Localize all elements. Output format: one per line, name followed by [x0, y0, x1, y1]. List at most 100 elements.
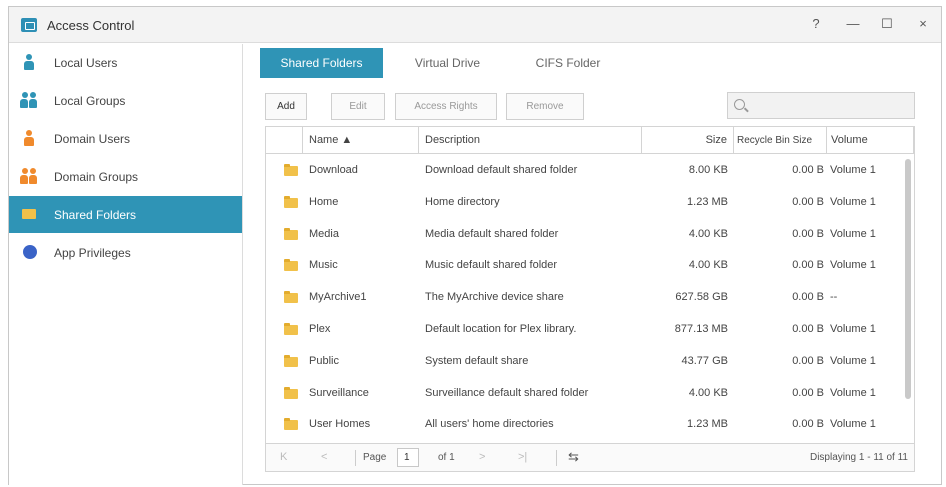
- folder-icon: [284, 164, 298, 176]
- tab-shared-folders[interactable]: Shared Folders: [260, 48, 383, 78]
- minimize-button[interactable]: —: [844, 16, 862, 32]
- description-column-header[interactable]: Description: [419, 127, 642, 154]
- sidebar-item-local-users[interactable]: Local Users: [9, 44, 242, 81]
- folder-name: Public: [309, 354, 339, 367]
- folder-description: Surveillance default shared folder: [425, 386, 589, 399]
- search-box[interactable]: [727, 92, 915, 119]
- sidebar: Local Users Local Groups Domain Users Do…: [9, 44, 243, 485]
- vertical-scrollbar[interactable]: [905, 159, 911, 399]
- folder-name: Music: [309, 259, 338, 272]
- folder-name: User Homes: [309, 418, 371, 431]
- folder-description: All users' home directories: [425, 418, 554, 431]
- folder-size: 4.00 KB: [688, 386, 728, 399]
- pager-divider: [355, 450, 356, 466]
- folder-icon: [284, 418, 298, 431]
- page-number-input[interactable]: 1: [397, 448, 419, 467]
- folder-name: Download: [309, 164, 358, 176]
- title-bar: Access Control ? — ☐ ×: [9, 7, 941, 43]
- first-page-icon[interactable]: K: [280, 451, 287, 463]
- folder-description: The MyArchive device share: [425, 291, 564, 304]
- access-control-window: Access Control ? — ☐ × Local Users Local…: [8, 6, 942, 485]
- users-icon: [20, 168, 38, 184]
- folder-size: 4.00 KB: [688, 259, 728, 272]
- folder-icon: [284, 259, 298, 272]
- access-control-icon: [21, 18, 37, 32]
- sidebar-item-domain-users[interactable]: Domain Users: [9, 120, 242, 157]
- table-row[interactable]: User Homes All users' home directories 1…: [266, 409, 902, 441]
- folder-description: Music default shared folder: [425, 259, 558, 272]
- folder-icon: [284, 227, 298, 240]
- folder-volume: Volume 1: [830, 354, 876, 367]
- folder-description: Home directory: [425, 195, 500, 208]
- tab-virtual-drive[interactable]: Virtual Drive: [385, 48, 510, 78]
- sidebar-item-label: Local Users: [54, 56, 118, 70]
- user-icon: [22, 130, 38, 146]
- pagination-bar: K < Page 1 of 1 > >| ⇆ Displaying 1 - 11…: [266, 443, 914, 471]
- next-page-icon[interactable]: >: [479, 451, 485, 463]
- table-row[interactable]: MyArchive1 The MyArchive device share 62…: [266, 282, 902, 314]
- folder-recycle-size: 0.00 B: [792, 259, 824, 272]
- sidebar-item-domain-groups[interactable]: Domain Groups: [9, 158, 242, 195]
- folder-volume: --: [830, 291, 838, 304]
- prev-page-icon[interactable]: <: [321, 451, 327, 463]
- folder-recycle-size: 0.00 B: [792, 195, 824, 208]
- shared-folders-table: Name ▲ Description Size Recycle Bin Size…: [265, 126, 915, 472]
- folder-description: System default share: [425, 354, 529, 367]
- folder-volume: Volume 1: [830, 386, 876, 399]
- pager-divider: [556, 450, 557, 466]
- table-row[interactable]: Download Download default shared folder …: [266, 155, 902, 187]
- table-row[interactable]: Plex Default location for Plex library. …: [266, 314, 902, 346]
- table-row[interactable]: Surveillance Surveillance default shared…: [266, 378, 902, 410]
- folder-volume: Volume 1: [830, 195, 876, 208]
- folder-recycle-size: 0.00 B: [792, 227, 824, 240]
- access-rights-button[interactable]: Access Rights: [395, 93, 497, 120]
- search-icon: [734, 99, 745, 110]
- maximize-button[interactable]: ☐: [878, 16, 896, 32]
- table-row[interactable]: Home Home directory 1.23 MB 0.00 B Volum…: [266, 187, 902, 219]
- folder-volume: Volume 1: [830, 164, 876, 176]
- sidebar-item-shared-folders[interactable]: Shared Folders: [9, 196, 242, 233]
- page-label: Page: [363, 452, 387, 463]
- name-column-header[interactable]: Name ▲: [303, 127, 419, 154]
- table-header: Name ▲ Description Size Recycle Bin Size…: [266, 127, 914, 154]
- sidebar-item-label: Domain Users: [54, 132, 131, 146]
- folder-name: MyArchive1: [309, 291, 367, 304]
- volume-column-header[interactable]: Volume: [827, 127, 914, 154]
- page-count: of 1: [438, 452, 455, 463]
- folder-description: Media default shared folder: [425, 227, 559, 240]
- icon-column-header: [266, 127, 303, 154]
- table-row[interactable]: Music Music default shared folder 4.00 K…: [266, 250, 902, 282]
- folder-name: Surveillance: [309, 386, 369, 399]
- folder-icon: [284, 195, 298, 208]
- folder-recycle-size: 0.00 B: [792, 354, 824, 367]
- folder-description: Default location for Plex library.: [425, 323, 577, 335]
- refresh-icon[interactable]: ⇆: [568, 449, 579, 465]
- add-button[interactable]: Add: [265, 93, 307, 120]
- folder-size: 4.00 KB: [688, 227, 728, 240]
- sidebar-item-app-privileges[interactable]: App Privileges: [9, 234, 242, 271]
- folder-recycle-size: 0.00 B: [792, 386, 824, 399]
- close-button[interactable]: ×: [914, 16, 932, 32]
- recycle-bin-column-header[interactable]: Recycle Bin Size: [734, 127, 827, 154]
- sidebar-item-label: Local Groups: [54, 94, 126, 108]
- app-icon: [23, 245, 37, 259]
- users-icon: [20, 92, 38, 108]
- table-row[interactable]: Public System default share 43.77 GB 0.0…: [266, 346, 902, 378]
- folder-icon: [284, 386, 298, 399]
- edit-button[interactable]: Edit: [331, 93, 385, 120]
- folder-icon: [284, 323, 298, 335]
- help-button[interactable]: ?: [807, 16, 825, 32]
- remove-button[interactable]: Remove: [506, 93, 584, 120]
- table-body: Download Download default shared folder …: [266, 155, 902, 441]
- folder-volume: Volume 1: [830, 227, 876, 240]
- tab-cifs-folder[interactable]: CIFS Folder: [508, 48, 628, 78]
- sidebar-item-label: Domain Groups: [54, 170, 139, 184]
- folder-recycle-size: 0.00 B: [792, 323, 824, 335]
- sidebar-item-label: App Privileges: [54, 246, 131, 260]
- sidebar-item-local-groups[interactable]: Local Groups: [9, 82, 242, 119]
- size-column-header[interactable]: Size: [642, 127, 734, 154]
- folder-recycle-size: 0.00 B: [792, 418, 824, 431]
- last-page-icon[interactable]: >|: [518, 451, 527, 463]
- folder-size: 627.58 GB: [675, 291, 728, 304]
- table-row[interactable]: Media Media default shared folder 4.00 K…: [266, 219, 902, 251]
